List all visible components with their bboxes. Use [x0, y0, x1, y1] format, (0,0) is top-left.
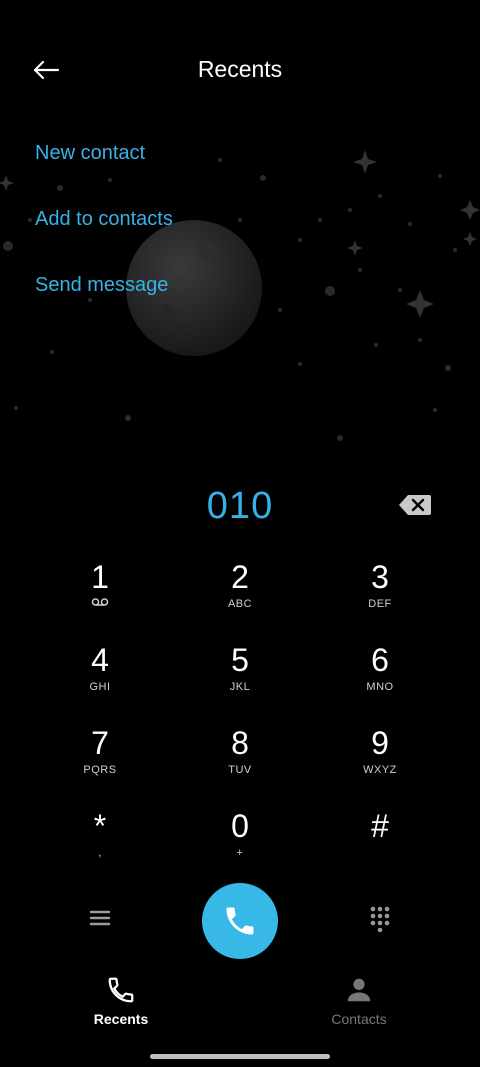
send-message-link[interactable]: Send message: [35, 270, 173, 300]
key-7[interactable]: 7 PQRS: [30, 723, 170, 806]
menu-button[interactable]: [86, 904, 114, 932]
new-contact-link[interactable]: New contact: [35, 138, 173, 168]
key-star[interactable]: * ,: [30, 806, 170, 889]
key-8[interactable]: 8 TUV: [170, 723, 310, 806]
header: Recents: [0, 0, 480, 140]
key-0[interactable]: 0 +: [170, 806, 310, 889]
bottom-nav: Recents Contacts: [0, 975, 480, 1035]
dialer-screen: Recents New contact Add to contacts Send…: [0, 0, 480, 1067]
action-list: New contact Add to contacts Send message: [35, 138, 173, 336]
key-9[interactable]: 9 WXYZ: [310, 723, 450, 806]
tab-contacts-label: Contacts: [331, 1011, 387, 1027]
page-title: Recents: [197, 56, 283, 82]
tab-recents-label: Recents: [93, 1011, 149, 1027]
tab-recents[interactable]: Recents: [61, 975, 181, 1027]
phone-icon: [226, 907, 254, 935]
backspace-icon: [399, 495, 431, 515]
menu-icon: [89, 910, 111, 926]
keypad: 1 2 ABC 3 DEF 4 GHI 5 JKL 6 MNO 7 PQRS 8…: [30, 557, 450, 889]
key-5[interactable]: 5 JKL: [170, 640, 310, 723]
tab-contacts[interactable]: Contacts: [299, 975, 419, 1027]
add-to-contacts-link[interactable]: Add to contacts: [35, 204, 173, 234]
person-icon: [347, 978, 371, 1002]
dialpad-toggle-button[interactable]: [366, 904, 394, 933]
key-6[interactable]: 6 MNO: [310, 640, 450, 723]
key-4[interactable]: 4 GHI: [30, 640, 170, 723]
phone-icon: [108, 977, 134, 1003]
dialpad-icon: [370, 906, 390, 933]
backspace-button[interactable]: [398, 494, 432, 520]
home-indicator[interactable]: [150, 1054, 330, 1059]
key-hash[interactable]: #: [310, 806, 450, 889]
voicemail-icon: [91, 597, 109, 611]
key-2[interactable]: 2 ABC: [170, 557, 310, 640]
key-1[interactable]: 1: [30, 557, 170, 640]
key-3[interactable]: 3 DEF: [310, 557, 450, 640]
call-button[interactable]: [202, 883, 278, 959]
